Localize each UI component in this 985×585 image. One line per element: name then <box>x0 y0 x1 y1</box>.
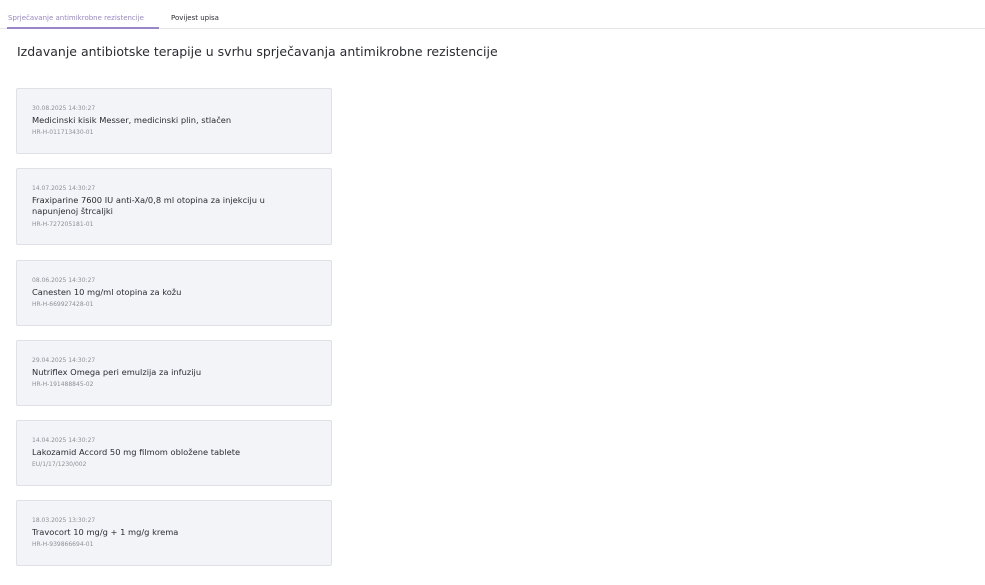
prescription-card[interactable]: 14.07.2025 14:30:27 Fraxiparine 7600 IU … <box>16 168 332 245</box>
active-tab-indicator <box>7 27 159 29</box>
prescription-code: EU/1/17/1230/002 <box>32 461 87 468</box>
tab-entry-history[interactable]: Povijest upisa <box>171 13 219 23</box>
prescription-code: HR-H-669927428-01 <box>32 301 94 308</box>
prescription-date: 18.03.2025 13:30:27 <box>32 517 96 524</box>
prescription-code: HR-H-191488845-02 <box>32 381 94 388</box>
page-title: Izdavanje antibiotske terapije u svrhu s… <box>17 44 498 59</box>
prescription-code: HR-H-939866694-01 <box>32 541 94 548</box>
prescription-name: Nutriflex Omega peri emulzija za infuzij… <box>32 367 202 377</box>
tab-bar: Sprječavanje antimikrobne rezistencije P… <box>0 0 985 29</box>
prescription-card[interactable]: 18.03.2025 13:30:27 Travocort 10 mg/g + … <box>16 500 332 566</box>
tab-antimicrobial-resistance[interactable]: Sprječavanje antimikrobne rezistencije <box>8 13 144 23</box>
prescription-name: Medicinski kisik Messer, medicinski plin… <box>32 115 232 125</box>
prescription-name: Fraxiparine 7600 IU anti-Xa/0,8 ml otopi… <box>32 195 265 216</box>
prescription-card[interactable]: 29.04.2025 14:30:27 Nutriflex Omega peri… <box>16 340 332 406</box>
prescription-date: 08.06.2025 14:30:27 <box>32 277 96 284</box>
prescription-code: HR-H-727205181-01 <box>32 221 94 228</box>
prescription-name: Travocort 10 mg/g + 1 mg/g krema <box>32 527 179 537</box>
prescription-card[interactable]: 30.08.2025 14:30:27 Medicinski kisik Mes… <box>16 88 332 154</box>
prescription-date: 29.04.2025 14:30:27 <box>32 357 96 364</box>
prescription-date: 14.07.2025 14:30:27 <box>32 185 96 192</box>
prescription-name: Lakozamid Accord 50 mg filmom obložene t… <box>32 447 241 457</box>
prescription-date: 30.08.2025 14:30:27 <box>32 105 96 112</box>
prescription-date: 14.04.2025 14:30:27 <box>32 437 96 444</box>
prescription-card[interactable]: 14.04.2025 14:30:27 Lakozamid Accord 50 … <box>16 420 332 486</box>
prescription-card[interactable]: 08.06.2025 14:30:27 Canesten 10 mg/ml ot… <box>16 260 332 326</box>
prescription-code: HR-H-011713430-01 <box>32 129 94 136</box>
prescription-name: Canesten 10 mg/ml otopina za kožu <box>32 287 182 297</box>
